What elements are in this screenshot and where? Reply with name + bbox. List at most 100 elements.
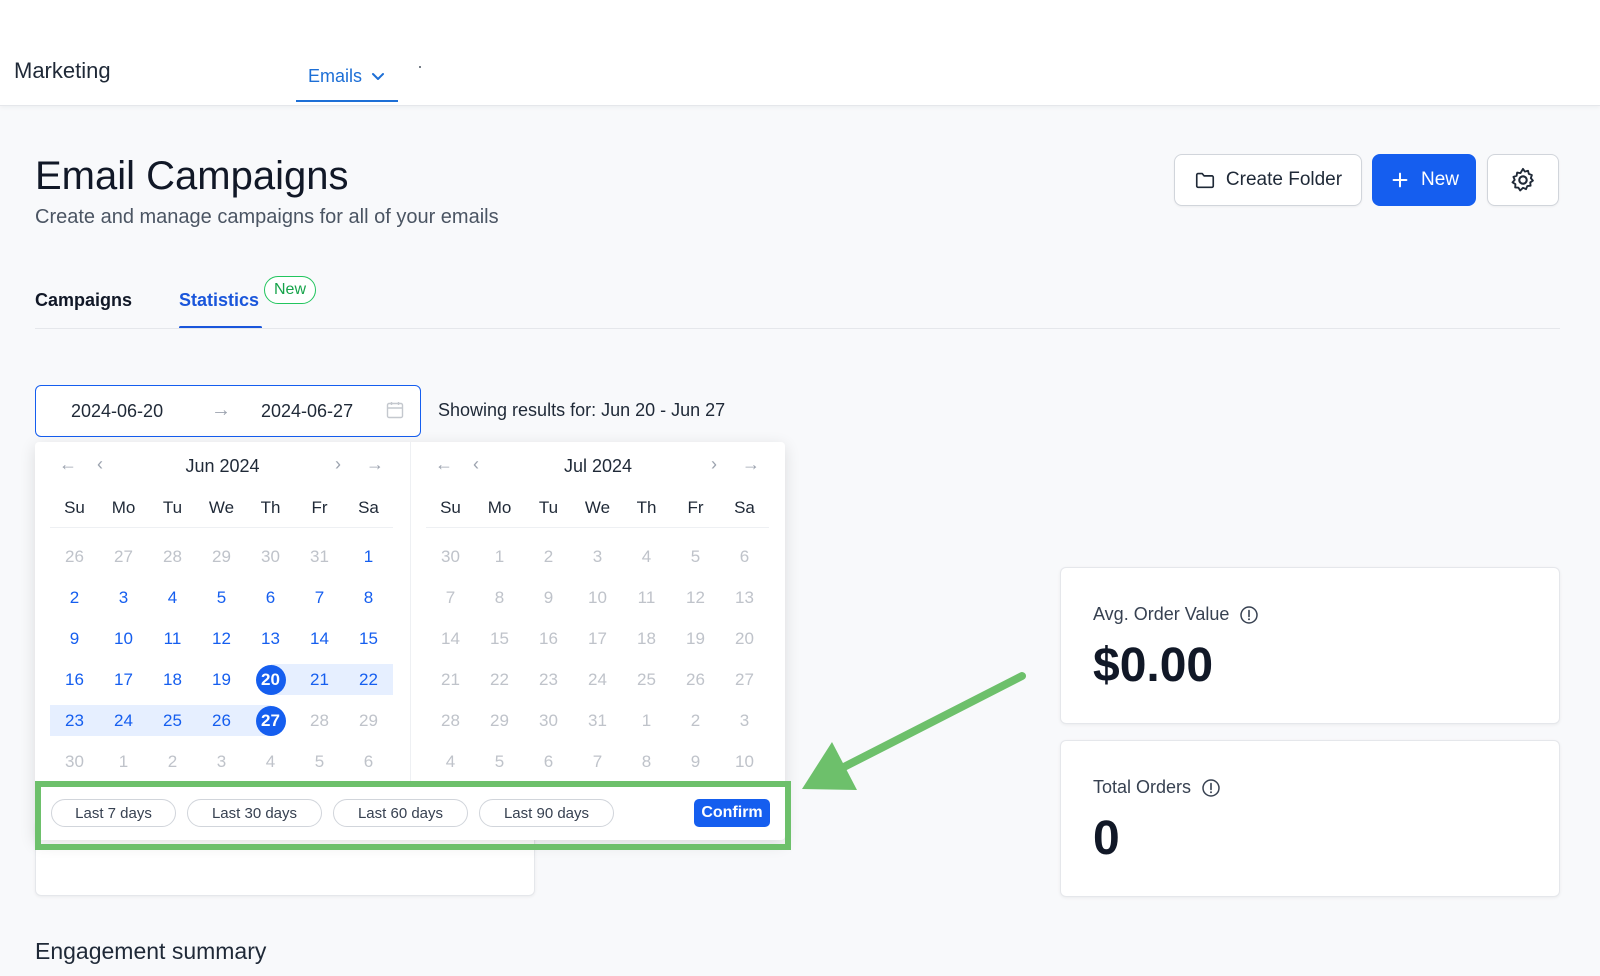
calendar-day[interactable]: 5 xyxy=(475,741,524,782)
calendar-day[interactable]: 20 xyxy=(720,618,769,659)
tabs-divider xyxy=(35,328,1560,329)
calendar-day[interactable]: 3 xyxy=(99,577,148,618)
calendar-day[interactable]: 12 xyxy=(197,618,246,659)
settings-button[interactable] xyxy=(1487,154,1559,206)
calendar-day[interactable]: 18 xyxy=(148,659,197,700)
calendar-day[interactable]: 30 xyxy=(246,536,295,577)
nav-tab-emails[interactable]: Emails xyxy=(296,52,398,102)
calendar-day[interactable]: 28 xyxy=(148,536,197,577)
calendar-day[interactable]: 1 xyxy=(99,741,148,782)
calendar-day[interactable]: 17 xyxy=(99,659,148,700)
calendar-day[interactable]: 13 xyxy=(720,577,769,618)
calendar-day[interactable]: 1 xyxy=(475,536,524,577)
calendar-day[interactable]: 19 xyxy=(197,659,246,700)
calendar-day[interactable]: 26 xyxy=(50,536,99,577)
calendar-day[interactable]: 22 xyxy=(344,664,393,695)
calendar-day[interactable]: 30 xyxy=(426,536,475,577)
tab-campaigns[interactable]: Campaigns xyxy=(35,290,132,311)
calendar-day[interactable]: 12 xyxy=(671,577,720,618)
calendar-day[interactable]: 27 xyxy=(720,659,769,700)
calendar-day[interactable]: 15 xyxy=(475,618,524,659)
calendar-day[interactable]: 4 xyxy=(148,577,197,618)
calendar-day[interactable]: 30 xyxy=(50,741,99,782)
calendar-day[interactable]: 26 xyxy=(671,659,720,700)
info-icon[interactable] xyxy=(1201,778,1221,798)
calendar-day[interactable]: 2 xyxy=(148,741,197,782)
calendar-day[interactable]: 23 xyxy=(50,705,99,736)
calendar-day-selected[interactable]: 20 xyxy=(246,659,295,700)
date-range-picker[interactable]: 2024-06-20 → 2024-06-27 xyxy=(35,385,421,437)
calendar-day[interactable]: 21 xyxy=(295,664,344,695)
calendar-day[interactable]: 29 xyxy=(197,536,246,577)
calendar-day[interactable]: 31 xyxy=(295,536,344,577)
calendar-day[interactable]: 14 xyxy=(426,618,475,659)
calendar-day[interactable]: 7 xyxy=(295,577,344,618)
next-year-icon[interactable]: → xyxy=(366,454,384,475)
calendar-day[interactable]: 9 xyxy=(524,577,573,618)
calendar-day[interactable]: 28 xyxy=(426,700,475,741)
calendar-day[interactable]: 29 xyxy=(344,700,393,741)
calendar-day[interactable]: 6 xyxy=(344,741,393,782)
create-folder-button[interactable]: Create Folder xyxy=(1174,154,1362,206)
calendar-day[interactable]: 6 xyxy=(720,536,769,577)
calendar-day[interactable]: 3 xyxy=(197,741,246,782)
calendar-day[interactable]: 7 xyxy=(426,577,475,618)
calendar-day[interactable]: 4 xyxy=(246,741,295,782)
calendar-day-selected[interactable]: 27 xyxy=(246,700,295,741)
calendar-day[interactable]: 31 xyxy=(573,700,622,741)
next-year-icon[interactable]: → xyxy=(742,454,760,475)
calendar-day[interactable]: 11 xyxy=(622,577,671,618)
calendar-day[interactable]: 25 xyxy=(148,705,197,736)
calendar-day[interactable]: 1 xyxy=(622,700,671,741)
calendar-day[interactable]: 24 xyxy=(573,659,622,700)
calendar-day[interactable]: 9 xyxy=(50,618,99,659)
calendar-day[interactable]: 5 xyxy=(295,741,344,782)
calendar-day[interactable]: 2 xyxy=(671,700,720,741)
calendar-day[interactable]: 1 xyxy=(344,536,393,577)
calendar-day[interactable]: 8 xyxy=(475,577,524,618)
calendar-day[interactable]: 9 xyxy=(671,741,720,782)
calendar-day[interactable]: 2 xyxy=(50,577,99,618)
calendar-day[interactable]: 4 xyxy=(622,536,671,577)
calendar-day[interactable]: 3 xyxy=(720,700,769,741)
calendar-day[interactable]: 29 xyxy=(475,700,524,741)
calendar-day[interactable]: 27 xyxy=(99,536,148,577)
calendar-day[interactable]: 14 xyxy=(295,618,344,659)
calendar-day[interactable]: 8 xyxy=(344,577,393,618)
date-range-end[interactable]: 2024-06-27 xyxy=(261,401,353,422)
info-icon[interactable] xyxy=(1239,605,1259,625)
calendar-day[interactable]: 16 xyxy=(50,659,99,700)
next-month-icon[interactable]: › xyxy=(335,454,341,475)
calendar-day[interactable]: 18 xyxy=(622,618,671,659)
calendar-day[interactable]: 23 xyxy=(524,659,573,700)
calendar-day[interactable]: 10 xyxy=(720,741,769,782)
calendar-day[interactable]: 15 xyxy=(344,618,393,659)
calendar-day[interactable]: 7 xyxy=(573,741,622,782)
next-month-icon[interactable]: › xyxy=(711,454,717,475)
calendar-day[interactable]: 19 xyxy=(671,618,720,659)
tab-statistics[interactable]: Statistics xyxy=(179,290,259,311)
calendar-day[interactable]: 16 xyxy=(524,618,573,659)
calendar-day[interactable]: 21 xyxy=(426,659,475,700)
calendar-day[interactable]: 25 xyxy=(622,659,671,700)
calendar-day[interactable]: 5 xyxy=(197,577,246,618)
calendar-day[interactable]: 5 xyxy=(671,536,720,577)
calendar-day[interactable]: 13 xyxy=(246,618,295,659)
calendar-day[interactable]: 28 xyxy=(295,700,344,741)
calendar-day[interactable]: 4 xyxy=(426,741,475,782)
calendar-day[interactable]: 22 xyxy=(475,659,524,700)
calendar-day[interactable]: 17 xyxy=(573,618,622,659)
calendar-day[interactable]: 2 xyxy=(524,536,573,577)
calendar-day[interactable]: 11 xyxy=(148,618,197,659)
calendar-day[interactable]: 26 xyxy=(197,705,246,736)
calendar-day[interactable]: 30 xyxy=(524,700,573,741)
calendar-day[interactable]: 6 xyxy=(246,577,295,618)
date-range-start[interactable]: 2024-06-20 xyxy=(71,401,163,422)
calendar-day[interactable]: 10 xyxy=(573,577,622,618)
new-button[interactable]: New xyxy=(1372,154,1476,206)
calendar-day[interactable]: 24 xyxy=(99,705,148,736)
calendar-day[interactable]: 3 xyxy=(573,536,622,577)
calendar-day[interactable]: 6 xyxy=(524,741,573,782)
calendar-day[interactable]: 10 xyxy=(99,618,148,659)
calendar-day[interactable]: 8 xyxy=(622,741,671,782)
